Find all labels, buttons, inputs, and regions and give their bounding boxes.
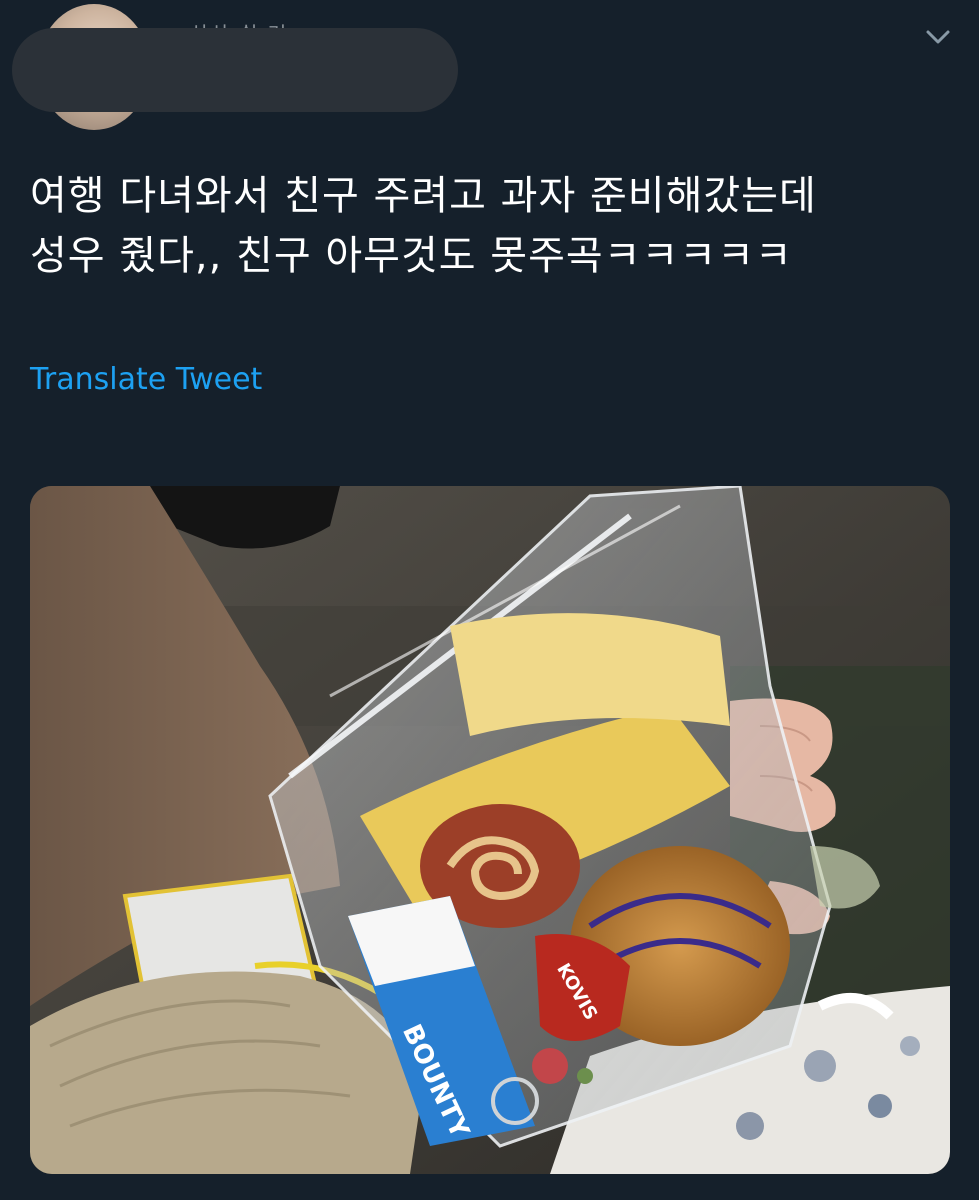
translate-tweet-link[interactable]: Translate Tweet bbox=[30, 362, 262, 397]
tweet-photo[interactable]: KOVIS BOUNTY bbox=[30, 486, 950, 1174]
tweet-card: 상상 쉽 러 여행 다녀와서 친구 주려고 과자 준비해갔는데 성우 줬다,, … bbox=[0, 0, 979, 1200]
chevron-down-icon[interactable] bbox=[924, 26, 952, 48]
tweet-text: 여행 다녀와서 친구 주려고 과자 준비해갔는데 성우 줬다,, 친구 아무것도… bbox=[30, 173, 817, 279]
username-redaction bbox=[12, 28, 458, 112]
